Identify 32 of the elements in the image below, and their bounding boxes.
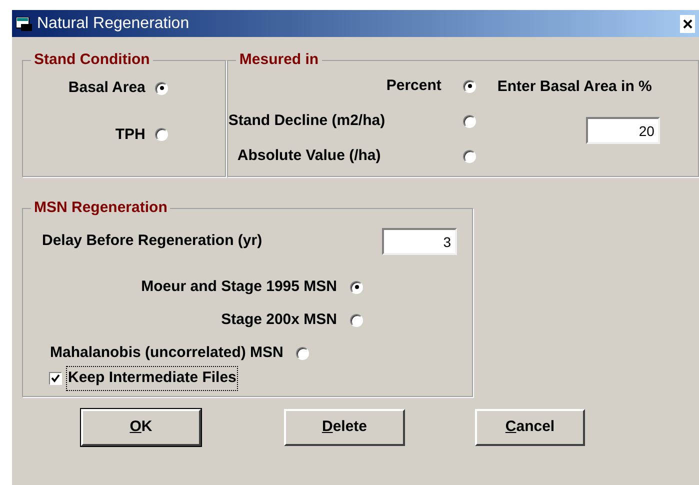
checkbox[interactable] [49,372,62,385]
radio-button[interactable] [350,280,363,294]
option-label: Delay Before Regeneration (yr) [42,231,264,252]
radio-button[interactable] [155,82,168,95]
radio-button[interactable] [296,346,310,360]
radio-button[interactable] [155,128,168,142]
option-label: Stage 200x MSN [221,310,337,330]
radio-button[interactable] [463,80,476,92]
option-label: Percent [386,76,442,96]
option-label: Basal Area [68,78,146,98]
close-button[interactable]: × [680,14,695,32]
hint-text: Enter Basal Area in % [497,78,653,95]
delay-field[interactable]: 3 [382,228,457,255]
group-title: Mesured in [238,52,320,68]
option-label: Moeur and Stage 1995 MSN [141,276,337,297]
group-title: Stand Condition [33,52,151,68]
checkbox-label: Keep Intermediate Files [66,366,238,390]
radio-button[interactable] [463,150,476,162]
option-label: Mahalanobis (uncorrelated) MSN [50,342,284,363]
window-icon [16,16,32,30]
option-label: TPH [115,124,146,144]
dialog-button[interactable]: OK [81,409,201,446]
group-title: MSN Regeneration [33,200,168,216]
dialog-button[interactable]: Cancel [475,409,585,446]
radio-button[interactable] [350,314,363,326]
option-label: Absolute Value (/ha) [237,146,382,166]
radio-button[interactable] [463,114,476,128]
dialog-button[interactable]: Delete [284,409,405,446]
check-icon [51,374,60,383]
option-label: Stand Decline (m2/ha) [228,110,386,131]
window-title: Natural Regeneration [37,14,190,34]
value-field[interactable]: 20 [586,117,660,144]
